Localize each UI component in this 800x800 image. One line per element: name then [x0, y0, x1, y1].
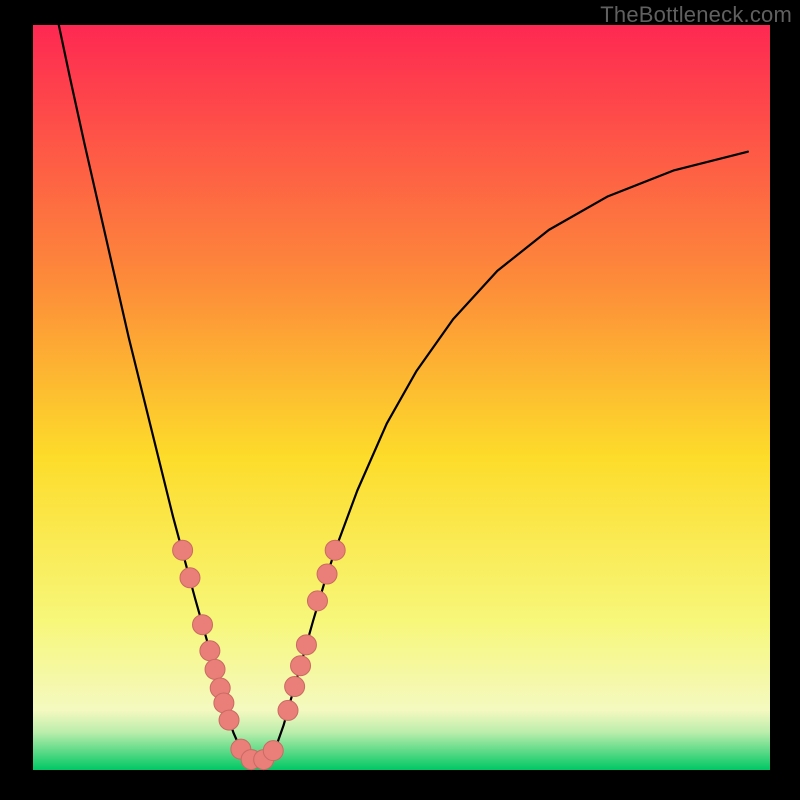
data-marker — [285, 677, 305, 697]
data-marker — [296, 635, 316, 655]
chart-stage: TheBottleneck.com — [0, 0, 800, 800]
data-marker — [263, 741, 283, 761]
data-marker — [173, 540, 193, 560]
data-marker — [278, 700, 298, 720]
data-marker — [317, 564, 337, 584]
data-marker — [205, 659, 225, 679]
data-marker — [325, 540, 345, 560]
data-marker — [180, 568, 200, 588]
chart-svg — [0, 0, 800, 800]
data-marker — [307, 591, 327, 611]
data-marker — [193, 615, 213, 635]
watermark-text: TheBottleneck.com — [600, 2, 792, 28]
data-marker — [219, 710, 239, 730]
data-marker — [200, 641, 220, 661]
data-marker — [291, 656, 311, 676]
